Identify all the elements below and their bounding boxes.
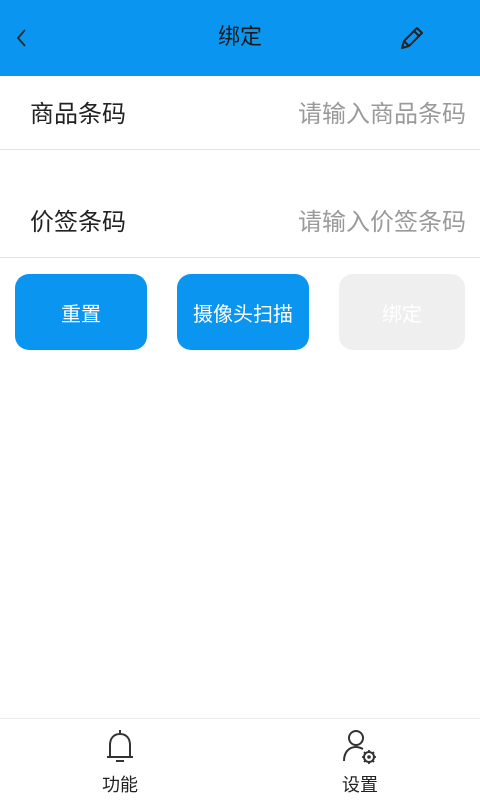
tab-settings[interactable]: 设置: [320, 725, 400, 800]
user-settings-icon: [343, 730, 376, 764]
tab-settings-label: 设置: [342, 775, 378, 796]
app-header: 绑定: [0, 0, 480, 76]
pencil-icon: [401, 27, 423, 49]
tag-input[interactable]: [226, 200, 466, 244]
bind-button[interactable]: 绑定: [339, 274, 465, 350]
edit-button[interactable]: [396, 22, 428, 54]
camera-scan-button[interactable]: 摄像头扫描: [177, 274, 309, 350]
barcode-label: 商品条码: [30, 100, 126, 128]
barcode-input[interactable]: [226, 92, 466, 136]
barcode-row: 商品条码: [0, 78, 480, 150]
tab-functions[interactable]: 功能: [80, 725, 160, 800]
bell-icon: [107, 730, 133, 762]
tag-label: 价签条码: [30, 208, 126, 236]
tab-functions-label: 功能: [102, 775, 138, 796]
reset-button[interactable]: 重置: [15, 274, 147, 350]
bottom-tab-bar: 功能 设置: [0, 718, 480, 800]
tag-row: 价签条码: [0, 186, 480, 258]
